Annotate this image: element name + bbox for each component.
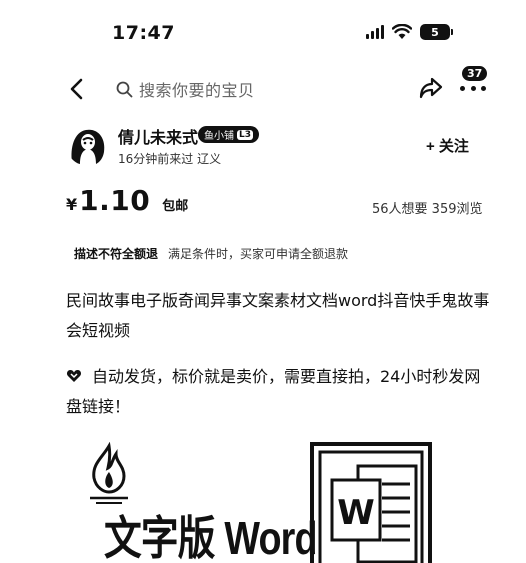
item-description: 自动发货，标价就是卖价，需要直接拍，24小时秒发网盘链接！: [66, 362, 492, 422]
flame-icon: [90, 442, 128, 504]
signal-icon: [366, 25, 384, 39]
image-caption: 文字版 Word: [104, 512, 318, 563]
protection-row[interactable]: 描述不符全额退 满足条件时，买家可申请全额退款: [66, 240, 348, 266]
status-icons: 5: [366, 24, 453, 40]
heart-icon: [66, 370, 82, 382]
price-amount: 1.10: [79, 184, 151, 217]
seller-level-badge: 鱼小铺 L3: [198, 126, 259, 143]
level-label: 鱼小铺: [204, 131, 234, 142]
protection-desc: 满足条件时，买家可申请全额退款: [168, 246, 349, 261]
seller-name[interactable]: 倩儿未来式: [118, 124, 198, 148]
more-icon[interactable]: [460, 84, 486, 92]
product-image[interactable]: 文字版 Word W: [60, 428, 500, 563]
price-currency: ¥: [66, 195, 78, 214]
shipping-label: 包邮: [162, 199, 189, 214]
word-document-icon: W: [310, 442, 432, 563]
search-icon: [116, 81, 133, 97]
item-stats: 56人想要 359浏览: [372, 202, 483, 217]
share-icon[interactable]: [418, 76, 444, 100]
protection-tag: 描述不符全额退: [74, 246, 159, 261]
description-text: 自动发货，标价就是卖价，需要直接拍，24小时秒发网盘链接！: [66, 367, 481, 416]
word-letter: W: [337, 493, 375, 533]
search-bar[interactable]: 搜索你要的宝贝: [116, 77, 255, 101]
battery-icon: 5: [420, 24, 453, 40]
wifi-icon: [392, 24, 412, 39]
item-title: 民间故事电子版奇闻异事文案素材文档word抖音快手鬼故事会短视频: [66, 291, 490, 340]
status-time: 17:47: [112, 22, 175, 44]
avatar[interactable]: [66, 122, 110, 166]
level-value: L3: [237, 129, 253, 140]
notification-badge: 37: [462, 66, 488, 81]
back-arrow-icon[interactable]: [66, 76, 90, 102]
battery-level: 5: [420, 24, 450, 40]
seller-meta: 16分钟前来过 辽义: [118, 152, 222, 166]
follow-button[interactable]: + 关注: [426, 135, 469, 156]
search-placeholder: 搜索你要的宝贝: [139, 81, 255, 100]
price: ¥ 1.10 包邮: [66, 184, 188, 217]
